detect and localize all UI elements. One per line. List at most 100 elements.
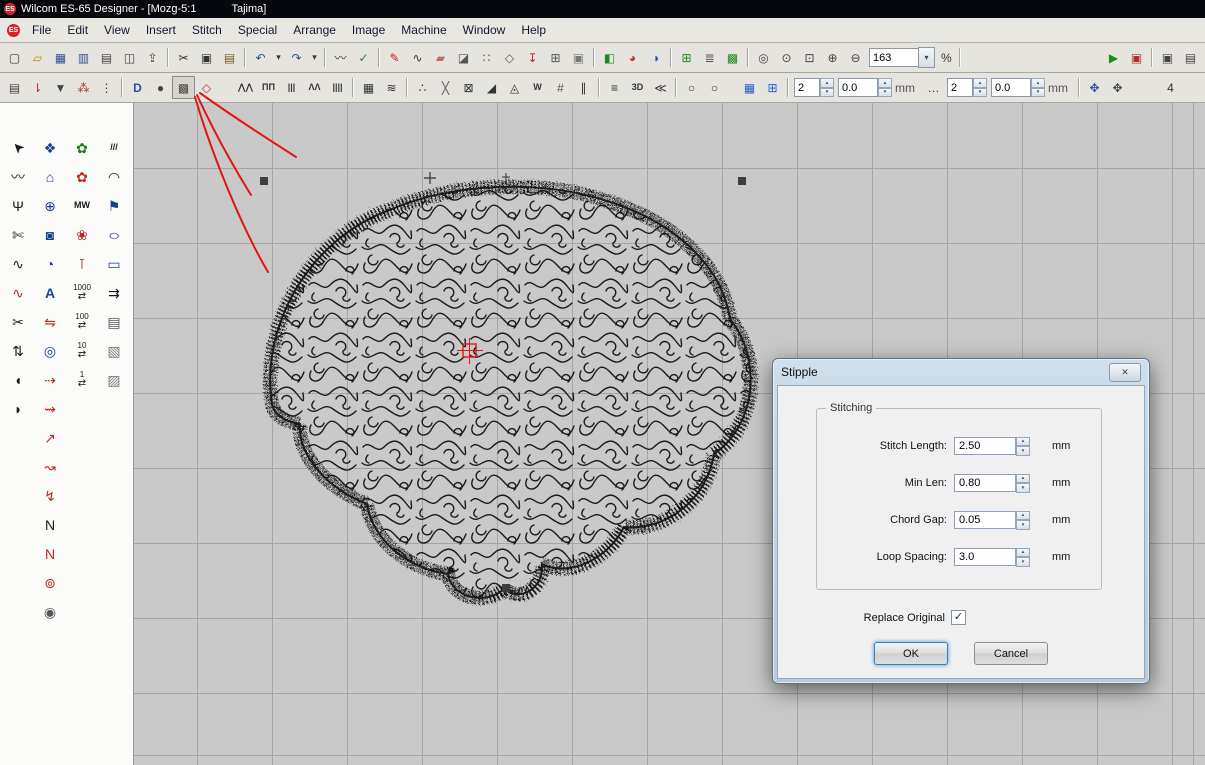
zoom-out-icon[interactable]: ⊖: [844, 46, 867, 69]
zoom-box-icon[interactable]: ◎: [752, 46, 775, 69]
dashed-arrow-tool[interactable]: ⇢: [37, 367, 64, 392]
gradient-fill-icon[interactable]: ◢: [480, 76, 503, 99]
zoom-input[interactable]: [869, 48, 918, 67]
replace-original-checkbox[interactable]: ✓: [951, 610, 966, 625]
nudge-100-tool[interactable]: 100⇄: [69, 309, 96, 334]
stitch-length-spin-up-button[interactable]: ▲: [1016, 437, 1030, 447]
menu-item-special[interactable]: Special: [230, 19, 285, 41]
closed-shape-tool[interactable]: ⌂: [37, 164, 64, 189]
insert-needle-icon[interactable]: ⇂: [26, 76, 49, 99]
copy-icon[interactable]: ▣: [195, 46, 218, 69]
stitch-list-icon[interactable]: ≣: [698, 46, 721, 69]
spacing-a-spin-up-button[interactable]: ▲: [878, 78, 892, 88]
grid-settings-icon[interactable]: ▦: [738, 76, 761, 99]
loop-spacing-input[interactable]: [954, 548, 1016, 566]
menu-item-view[interactable]: View: [96, 19, 138, 41]
ribbon-tool[interactable]: ◗: [5, 396, 32, 421]
redo-icon[interactable]: ↷: [285, 46, 308, 69]
pattern-block-2-tool[interactable]: ▨: [101, 367, 128, 392]
hoop-tool[interactable]: ◎: [37, 338, 64, 363]
zoom-in-icon[interactable]: ⊕: [821, 46, 844, 69]
repeat-count-b-spin-down-button[interactable]: ▼: [973, 88, 987, 98]
ok-button[interactable]: OK: [874, 642, 948, 665]
hatch-lines-tool[interactable]: ///: [101, 135, 128, 160]
needle-flower-tool[interactable]: ❀: [69, 222, 96, 247]
paste-icon[interactable]: ▤: [218, 46, 241, 69]
curve-n-red-tool[interactable]: N: [37, 541, 64, 566]
outline-design-icon[interactable]: D: [126, 76, 149, 99]
motif-run-icon[interactable]: ∴: [411, 76, 434, 99]
menu-item-arrange[interactable]: Arrange: [285, 19, 344, 41]
graphics-pencil-icon[interactable]: ✎: [383, 46, 406, 69]
three-d-effect-icon[interactable]: 3D: [626, 76, 649, 99]
next-design-icon[interactable]: ▤: [1179, 46, 1202, 69]
menu-item-edit[interactable]: Edit: [59, 19, 96, 41]
stitch-length-input[interactable]: [954, 437, 1016, 455]
menu-item-insert[interactable]: Insert: [138, 19, 184, 41]
new-design-icon[interactable]: ▢: [3, 46, 26, 69]
jump-stitch-tool[interactable]: ⇝: [37, 396, 64, 421]
move-design-icon[interactable]: ✥: [1106, 76, 1129, 99]
hoop-display-icon[interactable]: ▣: [567, 46, 590, 69]
flatten-icon[interactable]: ≡: [603, 76, 626, 99]
dialog-title-bar[interactable]: Stipple ✕: [773, 359, 1149, 385]
concentric-ring-tool[interactable]: ◉: [37, 599, 64, 624]
mw-stitch-tool[interactable]: MW: [69, 193, 96, 218]
nudge-arrows-icon[interactable]: ✥: [1083, 76, 1106, 99]
parallel-lines-icon[interactable]: ∥: [572, 76, 595, 99]
mesh-icon[interactable]: ⊞: [544, 46, 567, 69]
thread-colors-icon[interactable]: ◧: [598, 46, 621, 69]
ladder-stitch-icon[interactable]: #: [549, 76, 572, 99]
trim-arrow-tool[interactable]: ↗: [37, 425, 64, 450]
clipped-field-icon[interactable]: 4: [1159, 76, 1182, 99]
menu-item-stitch[interactable]: Stitch: [184, 19, 230, 41]
density-icon[interactable]: ⋮: [95, 76, 118, 99]
nudge-10-tool[interactable]: 10⇄: [69, 338, 96, 363]
loop-spacing-spin-down-button[interactable]: ▼: [1016, 557, 1030, 567]
nudge-1-tool[interactable]: 1⇄: [69, 367, 96, 392]
repeat-count-b-input[interactable]: [947, 78, 973, 97]
ellipse-stitch-2-icon[interactable]: ○: [703, 76, 726, 99]
print-preview-icon[interactable]: ◫: [118, 46, 141, 69]
spacing-b-input[interactable]: [991, 78, 1031, 97]
save-design-icon[interactable]: ▦: [49, 46, 72, 69]
ellipse-tool[interactable]: ○: [101, 222, 128, 247]
color-film-icon[interactable]: ▤: [3, 76, 26, 99]
e-stitch-icon[interactable]: ΠΠ: [257, 76, 280, 99]
more-options-icon[interactable]: …: [922, 76, 945, 99]
previous-design-icon[interactable]: ▣: [1156, 46, 1179, 69]
sphere-tool[interactable]: ◔: [37, 251, 64, 276]
chord-gap-input[interactable]: [954, 511, 1016, 529]
color-wheel-icon[interactable]: ◕: [621, 46, 644, 69]
zoom-combobox[interactable]: ▾: [869, 47, 935, 68]
slow-redraw-icon[interactable]: ▣: [1125, 46, 1148, 69]
small-flower-tool[interactable]: ✿: [69, 164, 96, 189]
nudge-1000-tool[interactable]: 1000⇄: [69, 280, 96, 305]
lettering-tool[interactable]: A: [37, 280, 64, 305]
freehand-select-icon[interactable]: 〰: [329, 46, 352, 69]
zoom-to-fit-icon[interactable]: ⊡: [798, 46, 821, 69]
satin-stitch-icon[interactable]: ▰: [429, 46, 452, 69]
manual-stitch-tool[interactable]: ↝: [37, 454, 64, 479]
rectangle-tool[interactable]: ▭: [101, 251, 128, 276]
menu-item-window[interactable]: Window: [455, 19, 514, 41]
chord-gap-spin-down-button[interactable]: ▼: [1016, 520, 1030, 530]
cancel-button[interactable]: Cancel: [974, 642, 1048, 665]
min-len-spin-up-button[interactable]: ▲: [1016, 474, 1030, 484]
spacing-b-spin-down-button[interactable]: ▼: [1031, 88, 1045, 98]
branch-y-tool[interactable]: Ψ: [5, 193, 32, 218]
outline-shape-icon[interactable]: ◇: [195, 76, 218, 99]
contour-fill-icon[interactable]: ◇: [498, 46, 521, 69]
pushpin-icon[interactable]: ↧: [521, 46, 544, 69]
undo-icon[interactable]: ↶: [249, 46, 272, 69]
flip-vertical-tool[interactable]: ⇅: [5, 338, 32, 363]
sculpture-run-icon[interactable]: ΛΛ: [303, 76, 326, 99]
triple-run-icon[interactable]: |||: [280, 76, 303, 99]
fan-tool[interactable]: ◖: [5, 367, 32, 392]
monogram-tool[interactable]: ◙: [37, 222, 64, 247]
menu-item-image[interactable]: Image: [344, 19, 393, 41]
reshape-tool[interactable]: ❖: [37, 135, 64, 160]
document-system-icon[interactable]: ES: [7, 24, 20, 37]
loop-spacing-spin-up-button[interactable]: ▲: [1016, 548, 1030, 558]
menu-item-machine[interactable]: Machine: [393, 19, 454, 41]
